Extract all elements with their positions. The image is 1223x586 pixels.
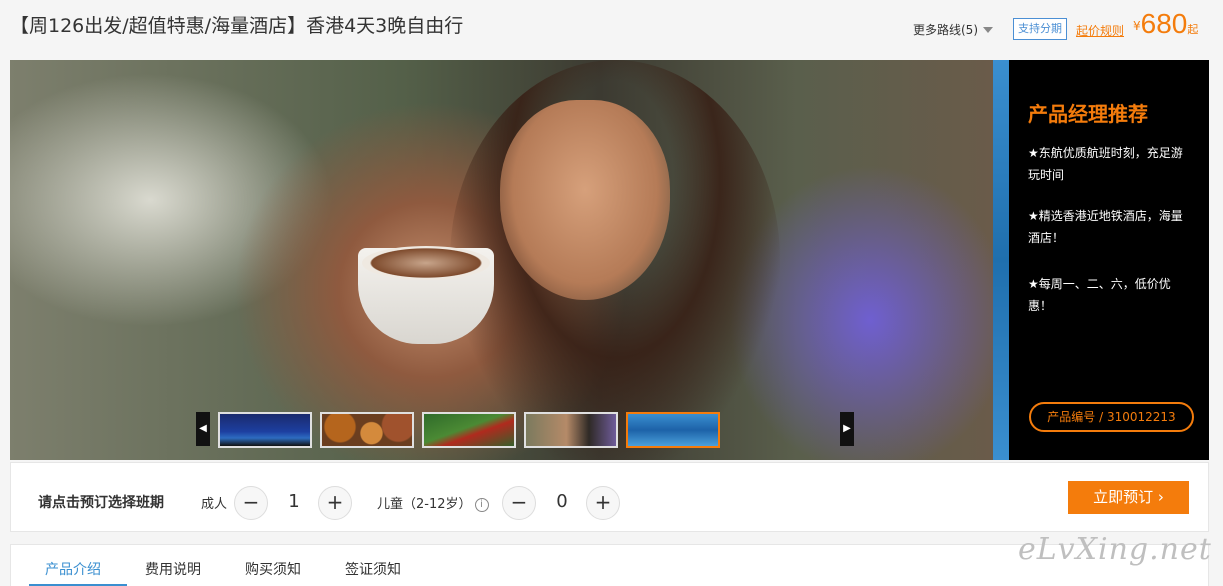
recommendation-panel: 产品经理推荐 ★东航优质航班时刻，充足游玩时间 ★精选香港近地铁酒店，海量酒店！… (1009, 60, 1209, 460)
child-count: 0 (556, 491, 568, 512)
info-icon[interactable]: i (474, 498, 489, 512)
installment-badge[interactable]: 支持分期 (1013, 18, 1067, 40)
price-value: 680 (1140, 8, 1188, 39)
adult-plus-button[interactable]: + (318, 486, 352, 520)
adult-count: 1 (288, 491, 300, 512)
price-suffix: 起 (1187, 23, 1199, 36)
child-minus-button[interactable]: − (502, 486, 536, 520)
tab-visa-notes[interactable]: 签证须知 (345, 559, 401, 579)
recommendation-item: ★精选香港近地铁酒店，海量酒店！ (1028, 209, 1183, 245)
recommendation-item: ★每周一、二、六，低价优惠！ (1028, 277, 1171, 313)
banner-photo-face (500, 100, 670, 300)
more-routes-dropdown[interactable]: 更多路线(5) (913, 21, 993, 38)
book-now-button[interactable]: 立即预订 › (1068, 481, 1189, 514)
tab-product-intro[interactable]: 产品介绍 (45, 559, 101, 579)
currency-symbol: ¥ (1133, 19, 1141, 33)
page-header: 【周126出发/超值特惠/海量酒店】香港4天3晚自由行 更多路线(5) 支持分期… (0, 0, 1223, 58)
adult-label: 成人 (201, 497, 228, 512)
thumbnail-5[interactable] (626, 412, 720, 448)
child-label-wrap: 儿童（2-12岁） i (377, 493, 489, 512)
tab-purchase-notes[interactable]: 购买须知 (245, 559, 301, 579)
child-label: 儿童（2-12岁） (377, 497, 472, 512)
booking-prompt: 请点击预订选择班期 (38, 495, 164, 511)
more-routes-label: 更多路线(5) (913, 23, 978, 37)
chevron-down-icon (983, 27, 993, 33)
recommendation-item: ★东航优质航班时刻，充足游玩时间 (1028, 146, 1183, 182)
thumbnail-3[interactable] (422, 412, 516, 448)
adult-minus-button[interactable]: − (234, 486, 268, 520)
next-arrow-button[interactable]: ▶ (840, 412, 854, 446)
child-plus-button[interactable]: + (586, 486, 620, 520)
banner-image: ◀ ▶ (10, 60, 993, 460)
watermark: eLvXing.net (1018, 532, 1212, 567)
thumbnail-1[interactable] (218, 412, 312, 448)
recommendation-title: 产品经理推荐 (1028, 102, 1148, 126)
price-display: ¥680起 (1133, 8, 1198, 40)
page-title: 【周126出发/超值特惠/海量酒店】香港4天3晚自由行 (10, 15, 464, 37)
banner-photo-cup-top (362, 246, 490, 280)
thumbnail-4[interactable] (524, 412, 618, 448)
booking-bar: 请点击预订选择班期 成人 − 1 + 儿童（2-12岁） i − 0 + 立即预订… (10, 462, 1209, 532)
banner-side-strip (993, 60, 1009, 460)
price-rule-link[interactable]: 起价规则 (1076, 22, 1124, 39)
thumbnail-2[interactable] (320, 412, 414, 448)
product-number: 产品编号 / 310012213 (1029, 402, 1194, 432)
tab-fee-description[interactable]: 费用说明 (145, 559, 201, 579)
prev-arrow-button[interactable]: ◀ (196, 412, 210, 446)
